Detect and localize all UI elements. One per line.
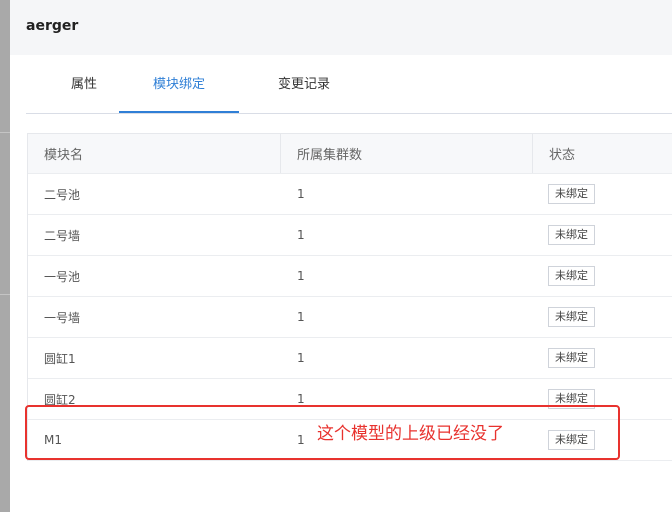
status-cell: 未绑定 bbox=[533, 215, 672, 255]
status-cell: 未绑定 bbox=[533, 338, 672, 378]
status-cell: 未绑定 bbox=[533, 256, 672, 296]
tab-properties[interactable]: 属性 bbox=[54, 56, 114, 112]
annotation-text: 这个模型的上级已经没了 bbox=[317, 424, 504, 444]
column-header-cluster-count: 所属集群数 bbox=[280, 134, 532, 173]
status-cell: 未绑定 bbox=[533, 297, 672, 337]
cluster-count-cell: 1 bbox=[297, 228, 305, 242]
status-badge: 未绑定 bbox=[548, 266, 595, 286]
status-badge: 未绑定 bbox=[548, 184, 595, 204]
column-header-module-name: 模块名 bbox=[44, 148, 84, 163]
module-name-cell: 一号墙 bbox=[44, 310, 81, 325]
table-row[interactable]: 一号墙 1 未绑定 bbox=[28, 297, 672, 338]
cluster-count-cell: 1 bbox=[297, 269, 305, 283]
backdrop-divider bbox=[0, 132, 10, 133]
module-name-cell: 二号池 bbox=[44, 187, 81, 202]
status-badge: 未绑定 bbox=[548, 225, 595, 245]
module-name-cell: 一号池 bbox=[44, 269, 81, 284]
tab-module-binding[interactable]: 模块绑定 bbox=[119, 56, 239, 113]
page-title: aerger bbox=[26, 18, 79, 34]
panel-header: aerger bbox=[10, 0, 672, 55]
backdrop-divider bbox=[0, 294, 10, 295]
table-row[interactable]: 一号池 1 未绑定 bbox=[28, 256, 672, 297]
cluster-count-cell: 1 bbox=[297, 351, 305, 365]
table-row[interactable]: 圆缸1 1 未绑定 bbox=[28, 338, 672, 379]
module-name-cell: 圆缸1 bbox=[44, 351, 76, 366]
tab-change-log[interactable]: 变更记录 bbox=[259, 56, 349, 112]
detail-panel: aerger 属性 模块绑定 变更记录 模块名 所属集群数 状态 二号池 1 未… bbox=[10, 0, 672, 512]
table-header-row: 模块名 所属集群数 状态 bbox=[28, 134, 672, 174]
table-row[interactable]: 二号墙 1 未绑定 bbox=[28, 215, 672, 256]
cluster-count-cell: 1 bbox=[297, 187, 305, 201]
status-badge: 未绑定 bbox=[548, 307, 595, 327]
status-cell: 未绑定 bbox=[533, 174, 672, 214]
column-header-status: 状态 bbox=[532, 134, 672, 173]
module-name-cell: 二号墙 bbox=[44, 228, 81, 243]
status-badge: 未绑定 bbox=[548, 348, 595, 368]
tab-bar: 属性 模块绑定 变更记录 bbox=[26, 56, 672, 114]
table-row[interactable]: 二号池 1 未绑定 bbox=[28, 174, 672, 215]
cluster-count-cell: 1 bbox=[297, 310, 305, 324]
modal-backdrop bbox=[0, 0, 10, 512]
